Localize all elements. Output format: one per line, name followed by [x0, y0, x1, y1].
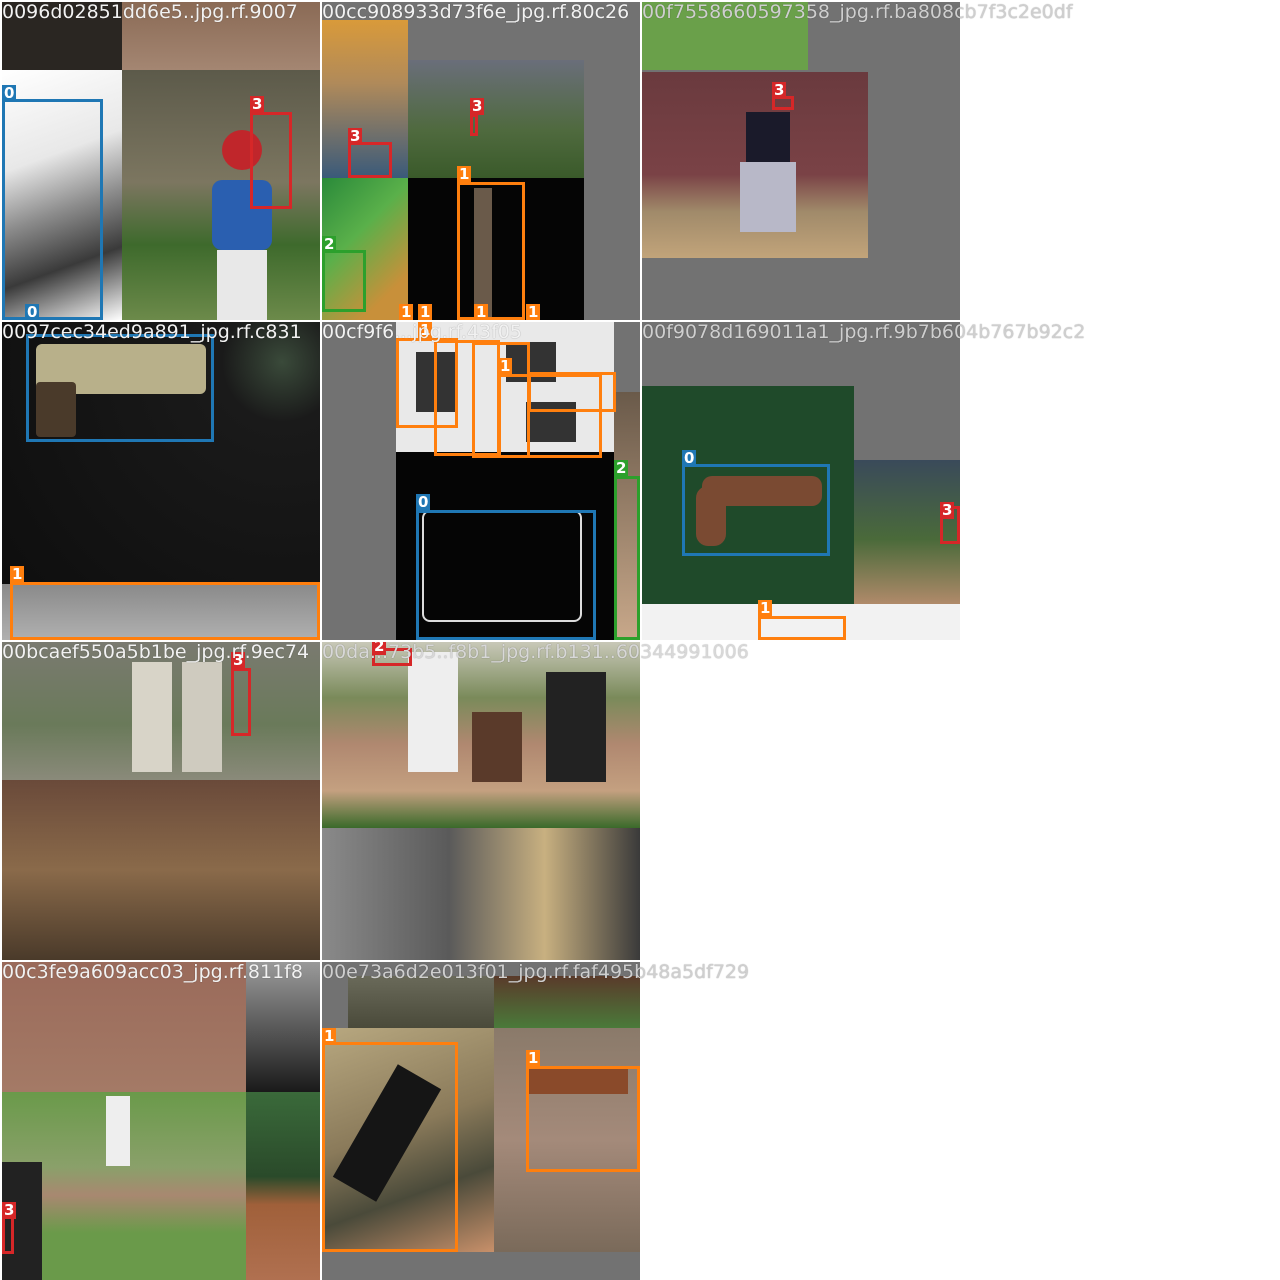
bbox-label-1: 1 [498, 357, 513, 375]
bbox-class-0 [2, 99, 103, 320]
photo-batter-catcher [322, 642, 640, 828]
bbox-class-1 [758, 616, 846, 640]
bbox-label-1: 1 [526, 1049, 541, 1067]
mosaic-tile-4: 1 [2, 322, 320, 640]
bbox-label-3: 3 [470, 97, 485, 115]
tile-filename: 00cf9f6...jpg.rf.43f05 [322, 321, 522, 343]
bbox-label-1: 1 [758, 599, 773, 617]
bbox-class-3 [470, 114, 478, 136]
catcher-shape [472, 712, 522, 782]
tile-filename: 00bcaef550a5b1be_jpg.rf.9ec74 [2, 641, 310, 663]
bbox-class-1 [322, 1042, 458, 1252]
bbox-class-0 [416, 510, 596, 640]
batter-shape [408, 652, 458, 772]
bbox-label-2: 2 [614, 459, 629, 477]
photo-pitcher-field [2, 1092, 246, 1280]
photo-batter-woman [642, 72, 868, 258]
bbox-label-0: 0 [682, 449, 697, 467]
bbox-class-0 [26, 334, 214, 442]
bbox-class-1 [526, 1066, 640, 1172]
bbox-label-1: 1 [322, 1027, 337, 1045]
tile-filename: 00f7558660597358_jpg.rf.ba808cb7f3c2e0df [642, 1, 1073, 23]
mosaic-tile-5: 1 1 0 2 [322, 322, 640, 640]
bbox-class-0 [682, 464, 830, 556]
tile-filename: 00e73a6d2e013f01_jpg.rf.faf495b48a5df729 [322, 961, 750, 983]
mosaic-tile-7: 3 [2, 642, 320, 960]
bbox-label-3: 3 [2, 1201, 17, 1219]
bbox-label-1: 1 [399, 303, 414, 320]
bbox-class-3 [348, 142, 392, 178]
bbox-label-1: 1 [457, 165, 472, 183]
bbox-label-3: 3 [250, 95, 265, 113]
photo-gun-show [2, 780, 320, 960]
tile-filename: 00c3fe9a609acc03_jpg.rf.811f8 [2, 961, 303, 983]
player-legs [132, 662, 172, 772]
bbox-class-1 [10, 582, 320, 640]
mosaic-tile-1: 0 0 3 [2, 2, 320, 320]
photo-man-wall [322, 828, 640, 960]
bbox-class-2 [322, 250, 366, 312]
bbox-class-3 [231, 668, 251, 736]
bbox-class-1 [528, 372, 616, 412]
mosaic-tile-10: 1 1 [322, 962, 640, 1280]
bbox-label-1: 1 [474, 303, 489, 320]
bbox-label-1: 1 [418, 303, 433, 320]
photo-turf [246, 1092, 320, 1280]
photo-team-field [408, 60, 584, 178]
umpire-shape [546, 672, 606, 782]
batter-pants [217, 250, 267, 320]
bbox-label-1: 1 [526, 303, 541, 320]
player-legs [182, 662, 222, 772]
bbox-label-0: 0 [2, 84, 17, 102]
mosaic-tile-8: 2 [322, 642, 640, 960]
bbox-label-3: 3 [940, 501, 955, 519]
tile-filename: 00da...73b5..f8b1_jpg.rf.b131..603449910… [322, 641, 749, 663]
bbox-label-2: 2 [322, 235, 337, 253]
bbox-label-0: 0 [416, 493, 431, 511]
bbox-class-1 [457, 182, 525, 320]
bbox-label-3: 3 [348, 127, 363, 145]
tile-filename: 00cc908933d73f6e_jpg.rf.80c26 [322, 1, 630, 23]
bbox-label-3: 3 [772, 81, 787, 99]
bbox-class-3 [250, 112, 292, 209]
bbox-label-0: 0 [25, 303, 40, 320]
bbox-class-3 [2, 1216, 14, 1254]
mosaic-tile-6: 0 3 1 [642, 322, 960, 640]
batter-pants [740, 162, 796, 232]
tile-filename: 0096d02851dd6e5..jpg.rf.9007 [2, 1, 298, 23]
tile-filename: 00f9078d169011a1_jpg.rf.9b7b604b767b92c2 [642, 321, 1086, 343]
bbox-class-2 [614, 476, 640, 640]
bbox-label-1: 1 [10, 565, 25, 583]
photo-sandbags [348, 976, 494, 1028]
mosaic-tile-9: 3 [2, 962, 320, 1280]
mosaic-tile-3: 3 [642, 2, 960, 320]
tile-filename: 0097cec34ed9a891_jpg.rf.c831 [2, 321, 302, 343]
pitcher-shape [106, 1096, 130, 1166]
mosaic-tile-2: 3 3 1 2 1 1 1 1 [322, 2, 640, 320]
batter-shirt [746, 112, 790, 162]
photo-red-players [494, 976, 640, 1028]
